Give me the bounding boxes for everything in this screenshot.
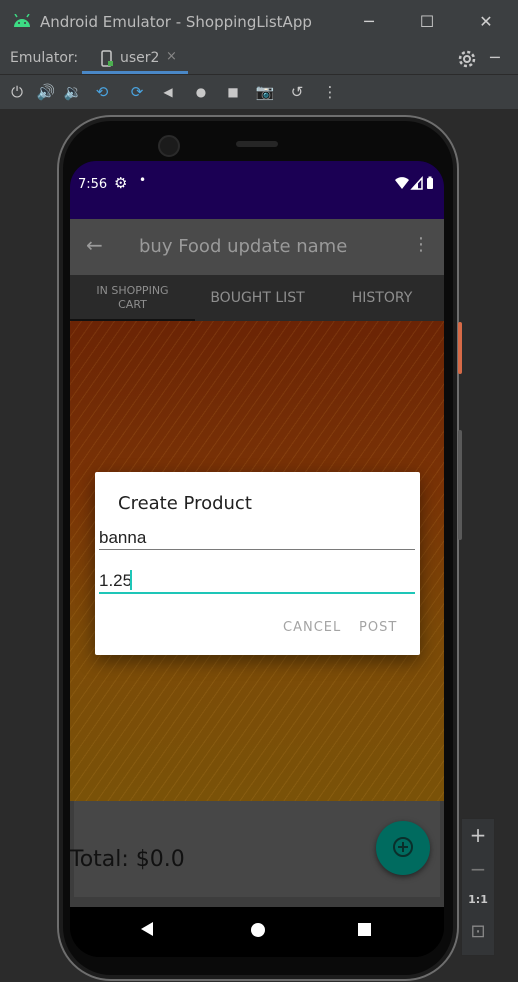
panel-minimize-icon[interactable]: ─ [490, 48, 500, 67]
status-bar: 7:56 ⚙ • [70, 161, 444, 219]
product-price-input[interactable] [99, 567, 415, 595]
nav-recents-icon[interactable] [358, 923, 371, 936]
battery-icon [427, 176, 433, 189]
emulator-toolbar: ⏻ 🔊 🔉 ⟲ ⟳ ◀ ● ■ 📷 ↺ ⋮ [0, 75, 518, 110]
window-title: Android Emulator - ShoppingListApp [40, 13, 312, 31]
window-titlebar: Android Emulator - ShoppingListApp ─ ☐ ✕ [0, 0, 518, 44]
window-minimize-button[interactable]: ─ [356, 10, 382, 34]
nav-back-icon[interactable] [141, 922, 153, 936]
power-icon[interactable]: ⏻ [7, 82, 27, 102]
earpiece-speaker [236, 141, 278, 147]
product-name-input[interactable] [99, 524, 415, 552]
emulator-label: Emulator: [10, 50, 79, 66]
device-icon [101, 50, 113, 67]
app-bar: ← buy Food update name ⋮ [70, 219, 444, 275]
zoom-in-button[interactable]: + [462, 823, 494, 847]
camera-icon[interactable]: 📷 [255, 82, 275, 102]
tab-in-shopping-cart[interactable]: IN SHOPPING CART [70, 275, 195, 321]
product-name-underline [99, 549, 415, 550]
window-maximize-button[interactable]: ☐ [414, 10, 440, 34]
more-icon[interactable]: ⋮ [320, 82, 340, 102]
post-button[interactable]: POST [359, 620, 397, 635]
dialog-title: Create Product [118, 493, 252, 514]
snapshot-icon[interactable]: ↺ [287, 82, 307, 102]
rotate-right-icon[interactable]: ⟳ [127, 82, 147, 102]
app-tabs: IN SHOPPING CART BOUGHT LIST HISTORY [70, 275, 444, 321]
window-close-button[interactable]: ✕ [473, 10, 499, 34]
emulator-tabbar: Emulator: user2 × ─ [0, 44, 518, 75]
tab-bought-list[interactable]: BOUGHT LIST [195, 275, 320, 321]
settings-notification-icon: ⚙ [114, 174, 128, 192]
emulator-tab-user2[interactable]: user2 × [82, 44, 188, 74]
create-product-dialog: Create Product CANCEL POST [95, 472, 420, 655]
emulator-tab-close-icon[interactable]: × [166, 49, 177, 64]
status-time: 7:56 [78, 177, 108, 192]
cancel-button[interactable]: CANCEL [283, 620, 341, 635]
front-camera [158, 135, 180, 157]
nav-home-icon[interactable] [251, 923, 265, 937]
rotate-left-icon[interactable]: ⟲ [92, 82, 112, 102]
zoom-controls: + − 1:1 ⊡ [461, 818, 495, 956]
volume-down-icon[interactable]: 🔉 [63, 82, 83, 102]
navigation-bar [70, 907, 444, 957]
phone-volume-button [458, 430, 462, 540]
app-bar-title: buy Food update name [139, 236, 348, 257]
text-caret [130, 570, 132, 590]
notification-dot-icon: • [139, 173, 147, 187]
one-to-one-button[interactable]: 1:1 [462, 893, 494, 906]
volume-up-icon[interactable]: 🔊 [36, 82, 56, 102]
add-circle-icon [393, 837, 413, 857]
total-label: Total: $0.0 [70, 847, 185, 872]
add-product-fab[interactable] [376, 821, 430, 875]
emulator-tab-underline [82, 71, 188, 74]
back-arrow-icon[interactable]: ← [86, 233, 103, 257]
back-icon[interactable]: ◀ [158, 82, 178, 102]
wifi-icon [395, 177, 409, 189]
home-icon[interactable]: ● [191, 82, 211, 102]
product-price-underline [99, 592, 415, 594]
overflow-menu-icon[interactable]: ⋮ [412, 234, 430, 255]
signal-icon [410, 176, 423, 190]
phone-power-button [458, 322, 462, 374]
gear-icon[interactable] [458, 50, 476, 68]
zoom-out-button[interactable]: − [462, 857, 494, 881]
status-icons [395, 176, 433, 190]
overview-icon[interactable]: ■ [223, 82, 243, 102]
emulator-tab-label: user2 [120, 50, 160, 66]
tab-history[interactable]: HISTORY [320, 275, 444, 321]
fit-screen-icon[interactable]: ⊡ [462, 921, 494, 942]
android-logo-icon [14, 14, 30, 27]
